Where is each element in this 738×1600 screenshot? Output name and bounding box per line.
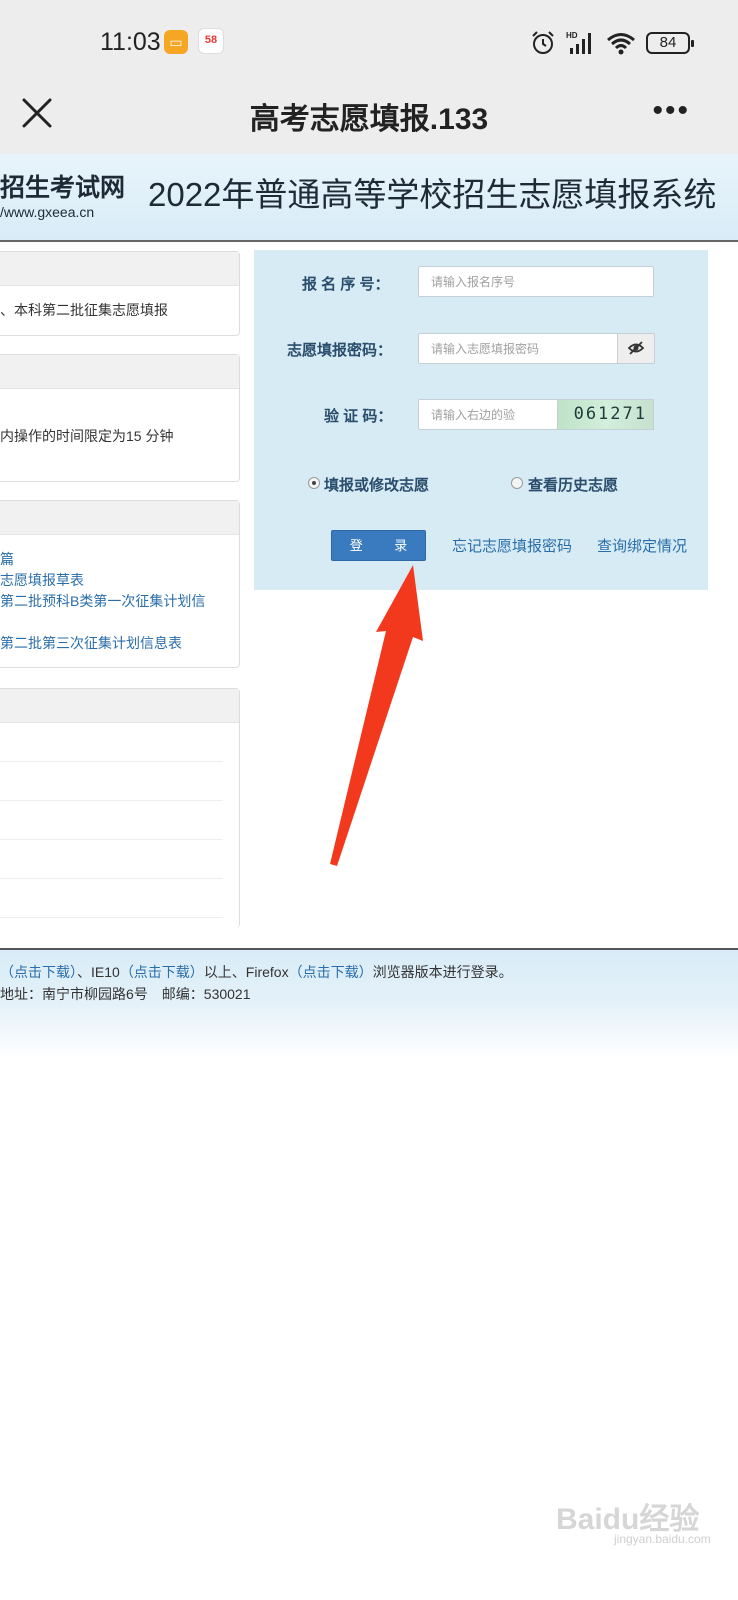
panel-header [0, 252, 239, 286]
site-footer: （点击下载）、IE10（点击下载）以上、Firefox（点击下载）浏览器版本进行… [0, 948, 738, 1058]
more-options-icon[interactable]: ••• [652, 96, 690, 126]
radio-view-history[interactable] [511, 477, 523, 489]
download-link[interactable]: （点击下载） [120, 964, 204, 980]
list-item [0, 801, 223, 840]
browser-text: 以上、Firefox [203, 964, 289, 980]
notice-panel-1: 、本科第二批征集志愿填报 [0, 251, 240, 336]
arrow-icon [330, 565, 423, 866]
radio-view-history-label[interactable]: 查看历史志愿 [528, 474, 618, 495]
list-item [0, 879, 223, 918]
captcha-image[interactable]: 061271 [557, 399, 654, 430]
radio-fill-modify[interactable] [308, 477, 320, 489]
notice-text: 、本科第二批征集志愿填报 [0, 302, 168, 318]
login-button[interactable]: 登 录 [331, 530, 426, 561]
battery-icon: 84 [646, 32, 694, 54]
registration-number-input[interactable] [418, 266, 654, 297]
hd-label: HD [566, 31, 578, 40]
link-item[interactable]: 第二批第三次征集计划信息表 [0, 633, 239, 654]
site-banner: 招生考试网 /www.gxeea.cn 2022年普通高等学校招生志愿填报系统 [0, 154, 738, 242]
status-bar: 11:03 ▭ 58 HD 84 [0, 0, 738, 82]
time-limit-text: 内操作的时间限定为15 分钟 [0, 428, 174, 444]
link-item[interactable]: 第二批预科B类第一次征集计划信 [0, 591, 239, 612]
forgot-password-link[interactable]: 忘记志愿填报密码 [452, 535, 572, 556]
app-58-notification-icon: 58 [198, 28, 224, 54]
browser-requirements: （点击下载）、IE10（点击下载）以上、Firefox（点击下载）浏览器版本进行… [0, 962, 513, 982]
wifi-icon [607, 33, 635, 55]
captcha-input[interactable] [418, 399, 558, 430]
message-notification-icon: ▭ [164, 30, 188, 54]
show-password-button[interactable] [617, 333, 655, 364]
list-item [0, 840, 223, 879]
password-label: 志愿填报密码： [287, 342, 393, 359]
registration-number-label: 报 名 序 号： [302, 276, 390, 293]
list-item [0, 762, 223, 801]
list-item [0, 723, 223, 762]
link-item[interactable]: 篇 [0, 549, 239, 570]
address-line: 地址：南宁市柳园路6号 邮编：530021 [0, 986, 251, 1002]
clock: 11:03 [100, 28, 161, 56]
baidu-watermark-url: jingyan.baidu.com [614, 1532, 711, 1546]
browser-text: 、IE10 [77, 964, 120, 980]
eye-hidden-icon [627, 341, 645, 355]
link-item[interactable]: 志愿填报草表 [0, 570, 239, 591]
title-bar: 高考志愿填报.133 ••• [0, 82, 738, 154]
site-logo-title: 招生考试网 [0, 174, 126, 202]
panel-header [0, 689, 239, 723]
status-icons: HD 84 [530, 26, 694, 60]
browser-text: 浏览器版本进行登录。 [372, 964, 513, 980]
notice-panel-2: 内操作的时间限定为15 分钟 [0, 354, 240, 482]
download-link[interactable]: （点击下载） [0, 964, 77, 980]
site-logo-url: /www.gxeea.cn [0, 204, 95, 220]
signal-icon: HD [566, 31, 591, 54]
links-panel: 篇 志愿填报草表 第二批预科B类第一次征集计划信 第二批第三次征集计划信息表 [0, 500, 240, 668]
page-title: 高考志愿填报.133 [249, 103, 489, 136]
captcha-label: 验 证 码： [324, 408, 393, 425]
password-input[interactable] [418, 333, 618, 364]
radio-fill-modify-label[interactable]: 填报或修改志愿 [324, 474, 429, 495]
download-link[interactable]: （点击下载） [289, 964, 373, 980]
panel-header [0, 501, 239, 535]
alarm-icon [532, 31, 554, 54]
system-title: 2022年普通高等学校招生志愿填报系统 [148, 176, 717, 213]
panel-header [0, 355, 239, 389]
list-panel [0, 688, 240, 928]
binding-status-link[interactable]: 查询绑定情况 [597, 535, 687, 556]
